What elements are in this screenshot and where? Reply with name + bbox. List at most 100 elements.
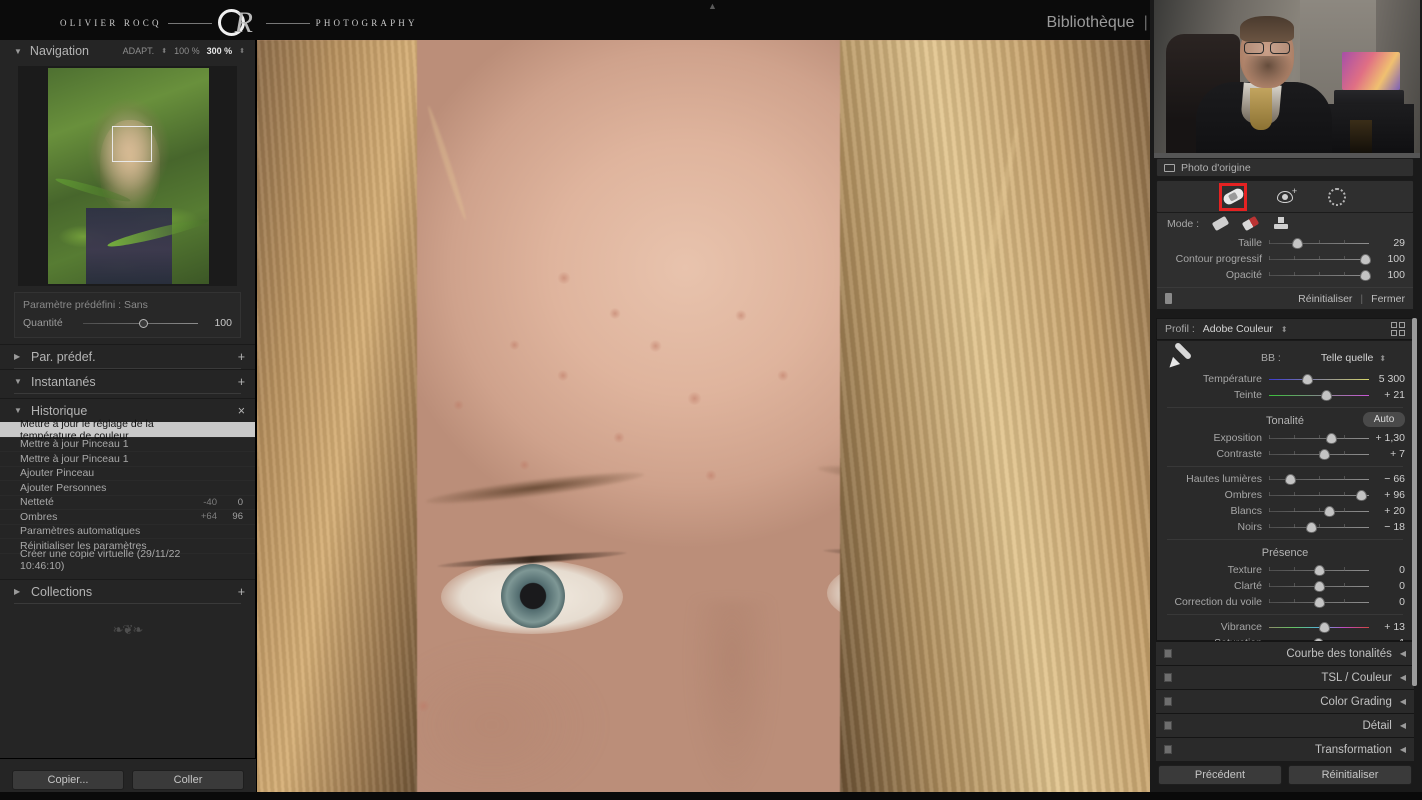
table-row[interactable]: Créer une copie virtuelle (29/11/22 10:4…	[0, 548, 255, 572]
navigator-header[interactable]: ▼ Navigation ADAPT. ⬍ 100 % 300 % ⬍	[0, 40, 255, 62]
preset-amount-knob[interactable]	[138, 318, 148, 328]
table-row[interactable]: Mettre à jour Pinceau 1	[0, 436, 255, 452]
slider-ombres[interactable]: Ombres + 96	[1157, 487, 1413, 503]
copy-button[interactable]: Copier...	[12, 769, 124, 790]
slider-exposition[interactable]: Exposition + 1,30	[1157, 430, 1413, 446]
panel-transformation[interactable]: Transformation ◀	[1156, 737, 1414, 761]
slider-temperature[interactable]: Température 5 300	[1157, 371, 1413, 387]
add-preset-icon[interactable]: +	[238, 350, 245, 364]
zoom-300-caret-icon[interactable]: ⬍	[239, 47, 245, 55]
preset-amount-slider[interactable]: Quantité 100	[23, 317, 232, 329]
clarte-knob[interactable]	[1314, 580, 1325, 592]
noirs-track[interactable]	[1269, 521, 1369, 533]
chevron-down-icon[interactable]: ▼	[14, 377, 23, 386]
panel-switch-icon[interactable]	[1164, 673, 1172, 682]
top-panel-toggle-icon[interactable]: ▲	[708, 2, 717, 11]
panel-switch-icon[interactable]	[1164, 721, 1172, 730]
zoom-300[interactable]: 300 %	[207, 46, 233, 56]
exposition-knob[interactable]	[1326, 432, 1337, 444]
chevron-updown-icon[interactable]: ⬍	[1281, 325, 1288, 334]
blancs-track[interactable]	[1269, 505, 1369, 517]
zoom-adapt-caret-icon[interactable]: ⬍	[161, 47, 167, 55]
chevron-down-icon[interactable]: ▼	[14, 47, 22, 56]
slider-correction-voile[interactable]: Correction du voile 0	[1157, 594, 1413, 610]
table-row[interactable]: Mettre à jour le réglage de la températu…	[0, 418, 255, 442]
panel-tsl-couleur[interactable]: TSL / Couleur ◀	[1156, 665, 1414, 689]
panel-switch-icon[interactable]	[1164, 745, 1172, 754]
mode-heal-icon[interactable]	[1211, 215, 1230, 232]
hautes-lumieres-knob[interactable]	[1285, 473, 1296, 485]
chevron-right-icon[interactable]: ▶	[14, 587, 23, 596]
previous-button[interactable]: Précédent	[1158, 765, 1282, 785]
blancs-knob[interactable]	[1324, 505, 1335, 517]
panel-color-grading[interactable]: Color Grading ◀	[1156, 689, 1414, 713]
chevron-left-icon[interactable]: ◀	[1400, 721, 1406, 730]
healing-brush-icon[interactable]	[1219, 182, 1247, 211]
navigator-preview[interactable]	[18, 66, 237, 286]
table-row[interactable]: Ajouter Personnes	[0, 480, 255, 495]
exposition-track[interactable]	[1269, 432, 1369, 444]
texture-knob[interactable]	[1314, 564, 1325, 576]
noirs-knob[interactable]	[1306, 521, 1317, 533]
table-row[interactable]: Ombres +64 96	[0, 509, 255, 524]
opacite-track[interactable]	[1269, 269, 1371, 281]
ombres-knob[interactable]	[1356, 489, 1367, 501]
tool-slider-opacite[interactable]: Opacité 100	[1157, 267, 1413, 283]
slider-clarte[interactable]: Clarté 0	[1157, 578, 1413, 594]
vibrance-track[interactable]	[1269, 621, 1369, 633]
temperature-track[interactable]	[1269, 373, 1369, 385]
clear-history-icon[interactable]: ×	[238, 404, 245, 418]
zoom-100[interactable]: 100 %	[174, 46, 200, 56]
ombres-track[interactable]	[1269, 489, 1369, 501]
add-collection-icon[interactable]: +	[238, 585, 245, 599]
profile-value[interactable]: Adobe Couleur	[1203, 323, 1273, 335]
tool-close-button[interactable]: Fermer	[1371, 293, 1405, 305]
original-photo-button[interactable]: Photo d'origine	[1156, 158, 1414, 177]
add-snapshot-icon[interactable]: +	[238, 375, 245, 389]
chevron-left-icon[interactable]: ◀	[1400, 649, 1406, 658]
taille-knob[interactable]	[1292, 237, 1303, 249]
contour-knob[interactable]	[1360, 253, 1371, 265]
chevron-right-icon[interactable]: ▶	[14, 352, 23, 361]
hautes-lumieres-track[interactable]	[1269, 473, 1369, 485]
slider-teinte[interactable]: Teinte + 21	[1157, 387, 1413, 403]
correction-voile-track[interactable]	[1269, 596, 1369, 608]
slider-texture[interactable]: Texture 0	[1157, 562, 1413, 578]
reset-button[interactable]: Réinitialiser	[1288, 765, 1412, 785]
clarte-track[interactable]	[1269, 580, 1369, 592]
preset-amount-track[interactable]	[83, 318, 198, 328]
chevron-left-icon[interactable]: ◀	[1400, 745, 1406, 754]
opacite-knob[interactable]	[1360, 269, 1371, 281]
photo-preview-image[interactable]	[257, 40, 1150, 800]
teinte-knob[interactable]	[1321, 389, 1332, 401]
chevron-down-icon[interactable]: ▼	[14, 406, 23, 415]
sidebar-item-collections[interactable]: ▶ Collections +	[0, 579, 255, 603]
red-eye-icon[interactable]: +	[1274, 186, 1297, 208]
table-row[interactable]: Paramètres automatiques	[0, 523, 255, 539]
webcam-overlay-video[interactable]	[1154, 0, 1420, 158]
eyedropper-icon[interactable]	[1165, 341, 1199, 372]
image-canvas[interactable]	[257, 40, 1150, 800]
switch-icon[interactable]	[1165, 293, 1172, 304]
chevron-left-icon[interactable]: ◀	[1400, 673, 1406, 682]
slider-vibrance[interactable]: Vibrance + 13	[1157, 619, 1413, 635]
tool-reset-button[interactable]: Réinitialiser	[1298, 293, 1352, 305]
mode-brush-icon[interactable]	[1241, 215, 1260, 232]
slider-noirs[interactable]: Noirs − 18	[1157, 519, 1413, 535]
module-bibliotheque[interactable]: Bibliothèque	[1047, 14, 1135, 32]
slider-blancs[interactable]: Blancs + 20	[1157, 503, 1413, 519]
panel-switch-icon[interactable]	[1164, 697, 1172, 706]
paste-button[interactable]: Coller	[132, 769, 244, 790]
zoom-adapt[interactable]: ADAPT.	[123, 46, 155, 56]
right-panel-scrollbar[interactable]	[1412, 318, 1417, 686]
mode-clone-stamp-icon[interactable]	[1273, 216, 1289, 232]
chevron-updown-icon[interactable]: ⬍	[1379, 354, 1386, 363]
chevron-left-icon[interactable]: ◀	[1400, 697, 1406, 706]
slider-hautes-lumieres[interactable]: Hautes lumières − 66	[1157, 471, 1413, 487]
profile-browser-icon[interactable]	[1391, 322, 1405, 336]
correction-voile-knob[interactable]	[1314, 596, 1325, 608]
contour-track[interactable]	[1269, 253, 1371, 265]
table-row[interactable]: Mettre à jour Pinceau 1	[0, 451, 255, 466]
sidebar-item-snapshots[interactable]: ▼ Instantanés +	[0, 369, 255, 393]
auto-tone-button[interactable]: Auto	[1363, 412, 1405, 427]
